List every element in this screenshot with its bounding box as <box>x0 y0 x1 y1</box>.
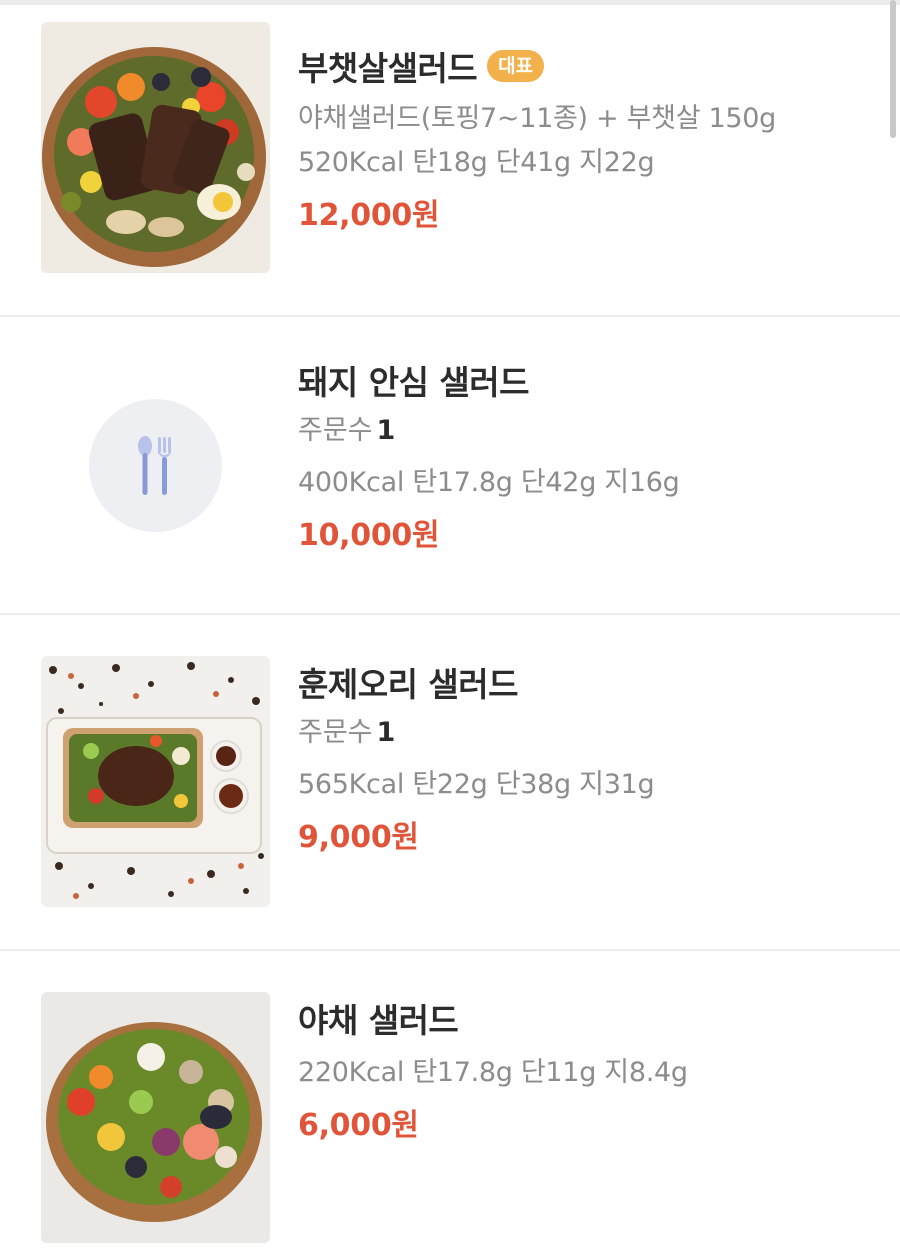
orders-count: 1 <box>376 717 396 748</box>
menu-item-nutrition: 400Kcal 탄17.8g 단42g 지16g <box>298 467 680 498</box>
menu-item-image <box>41 656 270 907</box>
menu-item-price: 10,000원 <box>298 518 440 553</box>
orders-count: 1 <box>376 415 396 446</box>
menu-item-name: 훈제오리 샐러드 <box>298 665 519 704</box>
menu-item-title-row: 부챗살샐러드 대표 <box>298 43 870 89</box>
menu-item-price: 9,000원 <box>298 820 419 855</box>
menu-item-price: 12,000원 <box>298 198 440 233</box>
menu-item-pork-salad[interactable]: 돼지 안심 샐러드 주문수 1 400Kcal 탄17.8g 단42g 지16g … <box>0 317 900 615</box>
utensils-icon <box>137 435 171 495</box>
menu-item-orders: 주문수 1 <box>298 715 870 751</box>
menu-item-vegetable-salad[interactable]: 야채 샐러드 220Kcal 탄17.8g 단11g 지8.4g 6,000원 <box>0 951 900 1257</box>
menu-item-name: 야채 샐러드 <box>298 1001 459 1040</box>
menu-item-name: 부챗살샐러드 <box>298 49 478 88</box>
menu-list: 부챗살샐러드 대표 야채샐러드(토핑7~11종) + 부챗살 150g 520K… <box>0 5 900 1257</box>
menu-item-duck-salad[interactable]: 훈제오리 샐러드 주문수 1 565Kcal 탄22g 단38g 지31g 9,0… <box>0 615 900 951</box>
menu-item-name: 돼지 안심 샐러드 <box>298 363 530 402</box>
menu-item-price: 6,000원 <box>298 1108 419 1143</box>
menu-item-info: 야채 샐러드 220Kcal 탄17.8g 단11g 지8.4g 6,000원 <box>298 995 870 1145</box>
menu-item-nutrition: 220Kcal 탄17.8g 단11g 지8.4g <box>298 1057 688 1088</box>
menu-item-beef-salad[interactable]: 부챗살샐러드 대표 야채샐러드(토핑7~11종) + 부챗살 150g 520K… <box>0 5 900 317</box>
menu-item-title-row: 훈제오리 샐러드 <box>298 659 870 705</box>
orders-label: 주문수 <box>298 717 373 748</box>
menu-item-nutrition: 565Kcal 탄22g 단38g 지31g <box>298 769 655 800</box>
menu-item-orders: 주문수 1 <box>298 413 870 449</box>
menu-item-image <box>41 992 270 1243</box>
menu-item-image <box>41 22 270 273</box>
menu-item-info: 돼지 안심 샐러드 주문수 1 400Kcal 탄17.8g 단42g 지16g … <box>298 357 870 555</box>
menu-item-info: 훈제오리 샐러드 주문수 1 565Kcal 탄22g 단38g 지31g 9,0… <box>298 659 870 857</box>
menu-item-placeholder <box>89 399 222 532</box>
menu-item-title-row: 야채 샐러드 <box>298 995 870 1041</box>
menu-item-nutrition: 520Kcal 탄18g 단41g 지22g <box>298 147 655 178</box>
menu-item-info: 부챗살샐러드 대표 야채샐러드(토핑7~11종) + 부챗살 150g 520K… <box>298 43 870 235</box>
signature-badge: 대표 <box>487 50 545 82</box>
menu-item-description: 야채샐러드(토핑7~11종) + 부챗살 150g <box>298 103 777 134</box>
orders-label: 주문수 <box>298 415 373 446</box>
menu-item-title-row: 돼지 안심 샐러드 <box>298 357 870 403</box>
